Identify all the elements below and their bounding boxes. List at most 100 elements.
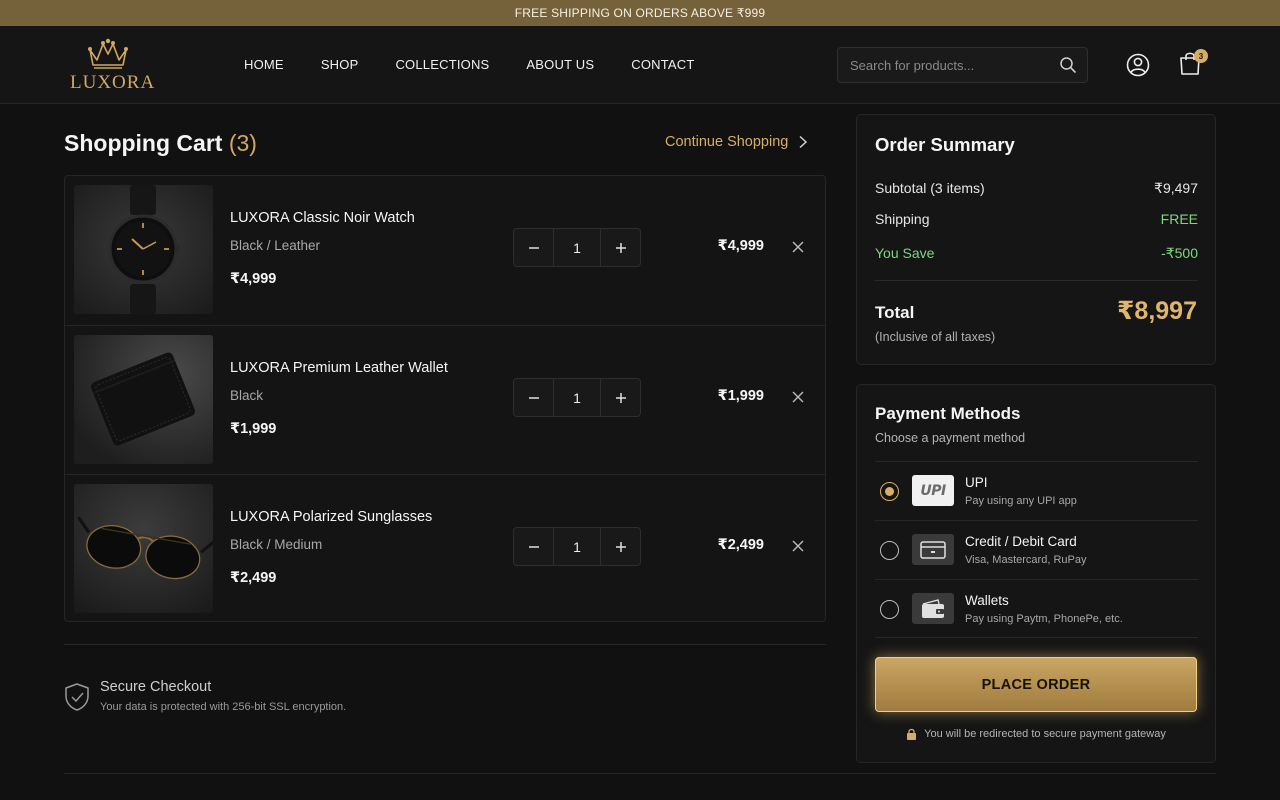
nav-contact[interactable]: CONTACT bbox=[631, 57, 694, 72]
payment-methods-subtitle: Choose a payment method bbox=[875, 431, 1026, 445]
payment-method-desc: Pay using any UPI app bbox=[965, 495, 1077, 507]
product-variant: Black bbox=[230, 388, 264, 403]
close-icon bbox=[792, 241, 804, 253]
plus-icon bbox=[615, 541, 626, 552]
nav-collections[interactable]: COLLECTIONS bbox=[395, 57, 489, 72]
increase-quantity-button[interactable] bbox=[600, 229, 640, 266]
payment-method-desc: Pay using Paytm, PhonePe, etc. bbox=[965, 613, 1123, 625]
sunglasses-image[interactable] bbox=[74, 484, 213, 613]
decrease-quantity-button[interactable] bbox=[514, 528, 554, 565]
minus-icon bbox=[528, 396, 539, 399]
nav-about-us[interactable]: ABOUT US bbox=[526, 57, 594, 72]
item-total: ₹4,999 bbox=[717, 238, 764, 254]
cart-title: Shopping Cart (3) bbox=[64, 130, 257, 157]
nav-shop[interactable]: SHOP bbox=[321, 57, 359, 72]
card-radio[interactable] bbox=[880, 541, 899, 560]
product-price: ₹1,999 bbox=[230, 421, 277, 437]
decrease-quantity-button[interactable] bbox=[514, 379, 554, 416]
wallets-radio[interactable] bbox=[880, 600, 899, 619]
payment-option-wallets[interactable]: Wallets Pay using Paytm, PhonePe, etc. bbox=[875, 579, 1198, 638]
search-box bbox=[837, 47, 1088, 83]
shipping-value: FREE bbox=[1160, 211, 1198, 227]
total-value: ₹8,997 bbox=[1117, 297, 1197, 325]
order-summary-panel: Order Summary Subtotal (3 items) ₹9,497 … bbox=[856, 114, 1216, 365]
increase-quantity-button[interactable] bbox=[600, 528, 640, 565]
brand-name: LUXORA bbox=[70, 72, 156, 93]
cart-item: LUXORA Classic Noir Watch Black / Leathe… bbox=[65, 176, 825, 324]
promo-bar: FREE SHIPPING ON ORDERS ABOVE ₹999 bbox=[0, 0, 1280, 26]
wallet-image[interactable] bbox=[74, 335, 213, 464]
quantity-value[interactable]: 1 bbox=[554, 229, 600, 266]
main-nav: HOME SHOP COLLECTIONS ABOUT US CONTACT bbox=[244, 57, 732, 72]
cart-items-list: LUXORA Classic Noir Watch Black / Leathe… bbox=[64, 175, 826, 622]
subtotal-label: Subtotal (3 items) bbox=[875, 180, 985, 196]
cart-item: LUXORA Polarized Sunglasses Black / Medi… bbox=[65, 474, 825, 622]
remove-item-button[interactable] bbox=[792, 539, 804, 557]
close-icon bbox=[792, 540, 804, 552]
savings-value: -₹500 bbox=[1161, 245, 1198, 261]
upi-logo-text: UPI bbox=[920, 482, 946, 499]
shield-check-icon bbox=[64, 682, 90, 717]
quantity-stepper: 1 bbox=[513, 378, 641, 417]
plus-icon bbox=[615, 392, 626, 403]
quantity-value[interactable]: 1 bbox=[554, 528, 600, 565]
summary-divider bbox=[875, 280, 1198, 281]
payment-method-desc: Visa, Mastercard, RuPay bbox=[965, 554, 1087, 566]
continue-shopping-label: Continue Shopping bbox=[665, 134, 789, 150]
cart-item-count: (3) bbox=[228, 130, 257, 156]
user-icon[interactable] bbox=[1126, 52, 1150, 83]
payment-option-upi[interactable]: UPI UPI Pay using any UPI app bbox=[875, 461, 1198, 520]
shipping-row: Shipping FREE bbox=[875, 211, 1198, 227]
secure-checkout-subtitle: Your data is protected with 256-bit SSL … bbox=[100, 701, 347, 713]
payment-method-name: Credit / Debit Card bbox=[965, 534, 1077, 549]
watch-image[interactable] bbox=[74, 185, 213, 314]
total-tax-note: (Inclusive of all taxes) bbox=[875, 330, 996, 344]
item-total: ₹2,499 bbox=[717, 537, 764, 553]
payment-methods-title: Payment Methods bbox=[875, 404, 1021, 423]
footer-divider bbox=[64, 773, 1216, 774]
continue-shopping-link[interactable]: Continue Shopping bbox=[665, 134, 808, 150]
quantity-stepper: 1 bbox=[513, 228, 641, 267]
order-summary-title: Order Summary bbox=[875, 134, 1015, 155]
product-name[interactable]: LUXORA Premium Leather Wallet bbox=[230, 360, 448, 376]
wallet-icon bbox=[912, 593, 954, 624]
product-price: ₹4,999 bbox=[230, 271, 277, 287]
product-name[interactable]: LUXORA Polarized Sunglasses bbox=[230, 509, 432, 525]
divider bbox=[64, 644, 826, 645]
upi-radio[interactable] bbox=[880, 482, 899, 501]
promo-text: FREE SHIPPING ON ORDERS ABOVE ₹999 bbox=[514, 6, 766, 20]
site-header: LUXORA HOME SHOP COLLECTIONS ABOUT US CO… bbox=[0, 26, 1280, 104]
product-variant: Black / Medium bbox=[230, 537, 323, 552]
place-order-button[interactable]: PLACE ORDER bbox=[875, 657, 1197, 712]
quantity-stepper: 1 bbox=[513, 527, 641, 566]
nav-home[interactable]: HOME bbox=[244, 57, 284, 72]
redirect-note: You will be redirected to secure payment… bbox=[856, 728, 1216, 740]
subtotal-row: Subtotal (3 items) ₹9,497 bbox=[875, 180, 1198, 197]
search-input[interactable] bbox=[838, 48, 1053, 82]
search-icon[interactable] bbox=[1059, 56, 1077, 79]
item-total: ₹1,999 bbox=[717, 388, 764, 404]
product-variant: Black / Leather bbox=[230, 238, 321, 253]
cart-count-badge: 3 bbox=[1194, 49, 1208, 63]
minus-icon bbox=[528, 545, 539, 548]
secure-checkout-title: Secure Checkout bbox=[100, 679, 212, 695]
savings-label: You Save bbox=[875, 245, 935, 261]
brand-logo[interactable]: LUXORA bbox=[70, 38, 156, 94]
remove-item-button[interactable] bbox=[792, 240, 804, 258]
lock-icon bbox=[907, 728, 917, 740]
increase-quantity-button[interactable] bbox=[600, 379, 640, 416]
product-price: ₹2,499 bbox=[230, 570, 277, 586]
plus-icon bbox=[615, 242, 626, 253]
quantity-value[interactable]: 1 bbox=[554, 379, 600, 416]
upi-logo-icon: UPI bbox=[912, 475, 954, 506]
payment-option-card[interactable]: Credit / Debit Card Visa, Mastercard, Ru… bbox=[875, 520, 1198, 579]
redirect-note-text: You will be redirected to secure payment… bbox=[924, 728, 1166, 740]
remove-item-button[interactable] bbox=[792, 390, 804, 408]
minus-icon bbox=[528, 246, 539, 249]
decrease-quantity-button[interactable] bbox=[514, 229, 554, 266]
card-icon bbox=[912, 534, 954, 565]
product-name[interactable]: LUXORA Classic Noir Watch bbox=[230, 210, 415, 226]
close-icon bbox=[792, 391, 804, 403]
payment-method-name: Wallets bbox=[965, 593, 1009, 608]
subtotal-value: ₹9,497 bbox=[1154, 180, 1198, 196]
